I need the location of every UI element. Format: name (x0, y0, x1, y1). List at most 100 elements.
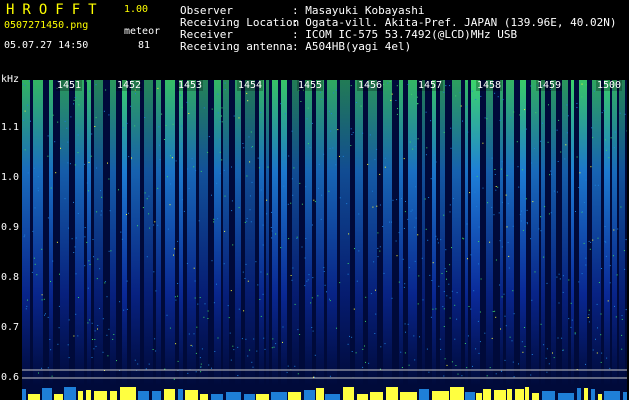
noise-speckle (407, 218, 409, 220)
noise-speckle (258, 167, 260, 169)
noise-speckle (187, 168, 189, 170)
noise-speckle (443, 291, 445, 292)
noise-speckle (155, 290, 157, 292)
level-bar-segment (211, 394, 223, 400)
noise-speckle (535, 112, 537, 114)
noise-speckle (396, 85, 398, 87)
noise-speckle (546, 282, 548, 284)
level-bar-segment (598, 394, 602, 400)
noise-stripe (340, 80, 350, 386)
level-bar-segment (28, 394, 40, 400)
noise-speckle (495, 189, 497, 191)
noise-speckle (605, 255, 607, 257)
level-bar-segment (465, 392, 475, 400)
noise-speckle (74, 164, 76, 166)
noise-speckle (583, 242, 585, 244)
level-bar-segment (525, 387, 529, 400)
noise-speckle (165, 125, 167, 126)
file-name: 0507271450.png (4, 20, 89, 31)
noise-speckle (108, 328, 110, 330)
noise-speckle (460, 105, 462, 107)
noise-speckle (407, 323, 409, 325)
noise-speckle (621, 318, 623, 320)
noise-speckle (148, 213, 150, 215)
noise-speckle (619, 112, 621, 114)
noise-speckle (24, 234, 26, 236)
noise-speckle (384, 157, 386, 159)
noise-speckle (351, 336, 353, 338)
noise-speckle (575, 211, 576, 212)
noise-speckle (260, 315, 262, 317)
noise-stripe (292, 80, 299, 386)
noise-speckle (621, 334, 623, 336)
noise-speckle (585, 84, 587, 86)
noise-speckle (418, 275, 420, 277)
noise-speckle (548, 104, 549, 106)
noise-speckle (231, 166, 232, 168)
noise-speckle (201, 348, 203, 350)
noise-speckle (377, 247, 379, 249)
noise-speckle (23, 119, 25, 121)
noise-speckle (267, 166, 269, 168)
noise-speckle (101, 196, 103, 198)
noise-speckle (92, 239, 94, 240)
noise-speckle (126, 214, 127, 215)
noise-stripe (452, 80, 461, 386)
noise-speckle (596, 352, 598, 354)
noise-speckle (549, 174, 550, 176)
noise-speckle (411, 93, 413, 95)
spectrogram-canvas (22, 80, 627, 400)
noise-stripe (49, 80, 53, 386)
noise-speckle (593, 90, 595, 92)
noise-speckle (446, 364, 448, 366)
noise-speckle (390, 99, 392, 101)
noise-speckle (443, 131, 445, 133)
noise-speckle (157, 224, 159, 226)
noise-speckle (558, 302, 560, 304)
noise-speckle (311, 327, 313, 328)
noise-speckle (526, 223, 528, 225)
noise-speckle (57, 121, 59, 123)
noise-speckle (77, 335, 79, 337)
noise-speckle (177, 295, 178, 297)
noise-speckle (497, 186, 499, 188)
noise-speckle (430, 316, 432, 318)
noise-speckle (271, 347, 273, 349)
noise-speckle (249, 349, 251, 351)
noise-speckle (617, 228, 619, 230)
noise-speckle (47, 155, 49, 157)
noise-speckle (193, 267, 195, 269)
noise-speckle (177, 240, 179, 242)
noise-speckle (177, 360, 179, 362)
noise-speckle (191, 345, 193, 347)
noise-stripe (506, 80, 514, 386)
noise-speckle (321, 194, 323, 196)
noise-speckle (480, 95, 482, 97)
noise-speckle (291, 279, 293, 281)
noise-speckle (411, 209, 413, 211)
noise-speckle (478, 352, 480, 354)
noise-speckle (45, 313, 46, 315)
noise-speckle (524, 346, 526, 347)
level-bar-segment (400, 392, 417, 400)
noise-speckle (501, 161, 503, 163)
noise-speckle (494, 310, 496, 312)
level-bar-segment (604, 391, 620, 400)
noise-stripe (316, 80, 324, 386)
level-bar-segment (483, 389, 491, 400)
noise-speckle (71, 238, 73, 240)
level-bar-segment (386, 387, 398, 400)
noise-speckle (311, 224, 313, 226)
noise-speckle (75, 273, 77, 275)
noise-stripe (87, 80, 91, 386)
noise-speckle (38, 372, 39, 374)
capture-datetime: 05.07.27 14:50 (4, 40, 89, 51)
noise-speckle (467, 131, 469, 133)
noise-speckle (54, 141, 56, 143)
noise-speckle (543, 344, 545, 346)
noise-speckle (396, 199, 398, 201)
noise-speckle (462, 237, 464, 239)
y-tick-label: 0.8 (1, 272, 20, 283)
noise-speckle (33, 257, 35, 259)
noise-speckle (224, 82, 226, 84)
